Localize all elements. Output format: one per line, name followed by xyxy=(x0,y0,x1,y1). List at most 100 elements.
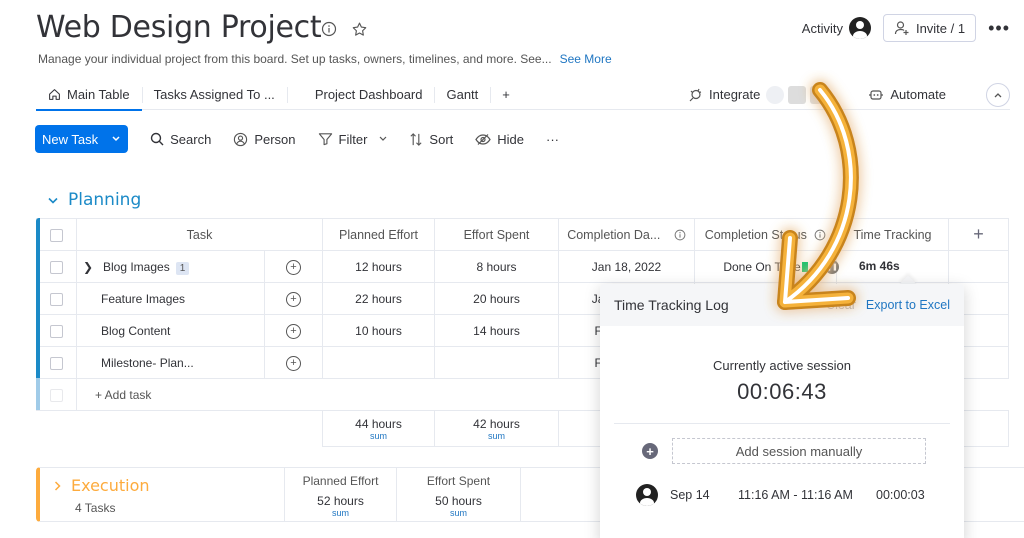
filter-button[interactable]: Filter xyxy=(318,132,388,147)
table-row: ❯ Blog Images 1 + 12 hours 8 hours Jan 18,… xyxy=(36,250,1009,283)
task-name-cell[interactable]: ❯ Blog Images 1 xyxy=(76,250,265,283)
group-execution-header[interactable]: Execution xyxy=(54,476,150,495)
info-icon[interactable] xyxy=(320,20,338,38)
task-name: Blog Content xyxy=(101,323,171,338)
planned-effort-cell[interactable]: 22 hours xyxy=(322,282,435,315)
collapse-header-button[interactable] xyxy=(986,82,1010,107)
session-list-item[interactable]: Sep 14 11:16 AM - 11:16 AM 00:00:03 xyxy=(636,484,964,506)
row-checkbox[interactable] xyxy=(50,260,63,274)
description-text: Manage your individual project from this… xyxy=(38,52,552,66)
group-planning-header[interactable]: Planning xyxy=(48,190,141,210)
column-header: Planned Effort xyxy=(302,474,379,488)
search-button[interactable]: Search xyxy=(150,132,211,147)
planned-effort-cell[interactable]: 12 hours xyxy=(322,250,435,283)
task-name-cell[interactable]: Feature Images xyxy=(76,282,265,315)
row-checkbox[interactable] xyxy=(50,356,63,370)
pause-timer-icon[interactable]: ❚❚ xyxy=(825,259,839,274)
completion-date-cell[interactable]: Jan 18, 2022 xyxy=(558,250,695,283)
updates-cell[interactable]: + xyxy=(264,250,323,283)
column-header-effort-spent[interactable]: Effort Spent xyxy=(434,218,559,251)
completion-status-cell[interactable]: Done On Time xyxy=(694,250,837,283)
invite-label: Invite / 1 xyxy=(915,20,966,36)
add-circle-icon[interactable]: + xyxy=(642,443,658,459)
row-checkbox xyxy=(50,388,63,402)
add-session-manually-button[interactable]: Add session manually xyxy=(672,438,926,464)
sum-label: sum xyxy=(369,430,387,441)
hide-label: Hide xyxy=(497,131,525,147)
tab-main-table[interactable]: Main Table xyxy=(36,84,142,111)
add-view-button[interactable]: + xyxy=(490,84,522,106)
tab-gantt[interactable]: Gantt xyxy=(434,84,490,106)
planned-effort-cell[interactable] xyxy=(322,346,435,379)
tab-project-dashboard[interactable]: Project Dashboard xyxy=(286,84,435,106)
person-label: Person xyxy=(254,131,296,147)
clear-log-button[interactable]: Clear xyxy=(826,298,856,312)
new-task-button[interactable]: New Task xyxy=(35,125,129,153)
add-update-icon[interactable]: + xyxy=(286,323,301,339)
task-name: Feature Images xyxy=(101,291,186,306)
tab-label: Project Dashboard xyxy=(314,87,423,102)
person-icon xyxy=(234,132,248,146)
column-header-completion-date[interactable]: Completion Da... xyxy=(558,218,695,251)
add-update-icon[interactable]: + xyxy=(286,355,301,371)
tab-label: Tasks Assigned To ... xyxy=(153,87,275,102)
status-indicator xyxy=(801,262,808,273)
session-date: Sep 14 xyxy=(670,488,710,502)
select-all-checkbox[interactable] xyxy=(50,228,63,242)
effort-spent-cell[interactable]: 14 hours xyxy=(434,314,559,347)
chevron-down-icon[interactable] xyxy=(48,197,58,204)
updates-cell[interactable]: + xyxy=(264,314,323,347)
more-options-icon[interactable]: ••• xyxy=(988,18,1010,39)
planned-effort-cell[interactable]: 10 hours xyxy=(322,314,435,347)
filter-label: Filter xyxy=(338,131,368,147)
task-name-cell[interactable]: Blog Content xyxy=(76,314,265,347)
updates-cell[interactable]: + xyxy=(264,346,323,379)
updates-cell[interactable]: + xyxy=(264,282,323,315)
column-header-planned-effort[interactable]: Planned Effort xyxy=(322,218,435,251)
view-tabs: Main Table Tasks Assigned To ... Project… xyxy=(36,80,1010,111)
robot-icon xyxy=(869,89,884,100)
star-icon[interactable] xyxy=(350,20,368,38)
chevron-right-icon[interactable] xyxy=(54,480,61,491)
integrate-label: Integrate xyxy=(709,87,761,102)
see-more-link[interactable]: See More xyxy=(560,52,612,66)
sort-button[interactable]: Sort xyxy=(409,132,453,147)
row-checkbox[interactable] xyxy=(50,292,63,306)
execution-effort-spent: Effort Spent 50 hours sum xyxy=(396,468,520,521)
column-header-time-tracking[interactable]: Time Tracking xyxy=(836,218,949,251)
popup-title: Time Tracking Log xyxy=(614,297,729,313)
add-update-icon[interactable]: + xyxy=(286,291,301,307)
header-label: Completion Status xyxy=(704,227,807,242)
expand-subitems-icon[interactable]: ❯ xyxy=(83,260,97,274)
info-icon[interactable] xyxy=(814,229,826,241)
tab-tasks-assigned[interactable]: Tasks Assigned To ... xyxy=(141,84,287,106)
time-tracking-cell[interactable]: ❚❚ 6m 46s xyxy=(825,250,949,283)
column-header-completion-status[interactable]: Completion Status xyxy=(694,218,837,251)
search-icon xyxy=(150,132,164,146)
user-avatar-icon xyxy=(636,484,658,506)
activity-button[interactable]: Activity xyxy=(802,17,871,39)
chevron-up-icon xyxy=(994,92,1002,97)
person-filter-button[interactable]: Person xyxy=(233,131,296,147)
export-to-excel-button[interactable]: Export to Excel xyxy=(866,298,950,312)
integrate-button[interactable]: Integrate xyxy=(687,85,829,104)
more-toolbar-button[interactable]: ··· xyxy=(546,132,559,147)
invite-button[interactable]: Invite / 1 xyxy=(882,14,977,42)
automate-button[interactable]: Automate xyxy=(868,87,946,102)
group-title: Execution xyxy=(71,476,150,495)
tab-label: Gantt xyxy=(446,87,479,102)
effort-spent-cell[interactable] xyxy=(434,346,559,379)
info-icon[interactable] xyxy=(674,229,686,241)
chevron-down-icon[interactable] xyxy=(112,136,120,142)
subitem-count-badge[interactable]: 1 xyxy=(175,261,190,275)
effort-spent-cell[interactable]: 20 hours xyxy=(434,282,559,315)
row-checkbox[interactable] xyxy=(50,324,63,338)
add-column-button[interactable]: + xyxy=(948,218,1009,251)
column-header-task[interactable]: Task xyxy=(76,218,323,251)
user-avatar-icon xyxy=(848,17,871,39)
hide-button[interactable]: Hide xyxy=(475,132,524,147)
effort-spent-cell[interactable]: 8 hours xyxy=(434,250,559,283)
chevron-down-icon[interactable] xyxy=(379,136,387,142)
task-name-cell[interactable]: Milestone- Plan... xyxy=(76,346,265,379)
add-update-icon[interactable]: + xyxy=(286,259,301,275)
